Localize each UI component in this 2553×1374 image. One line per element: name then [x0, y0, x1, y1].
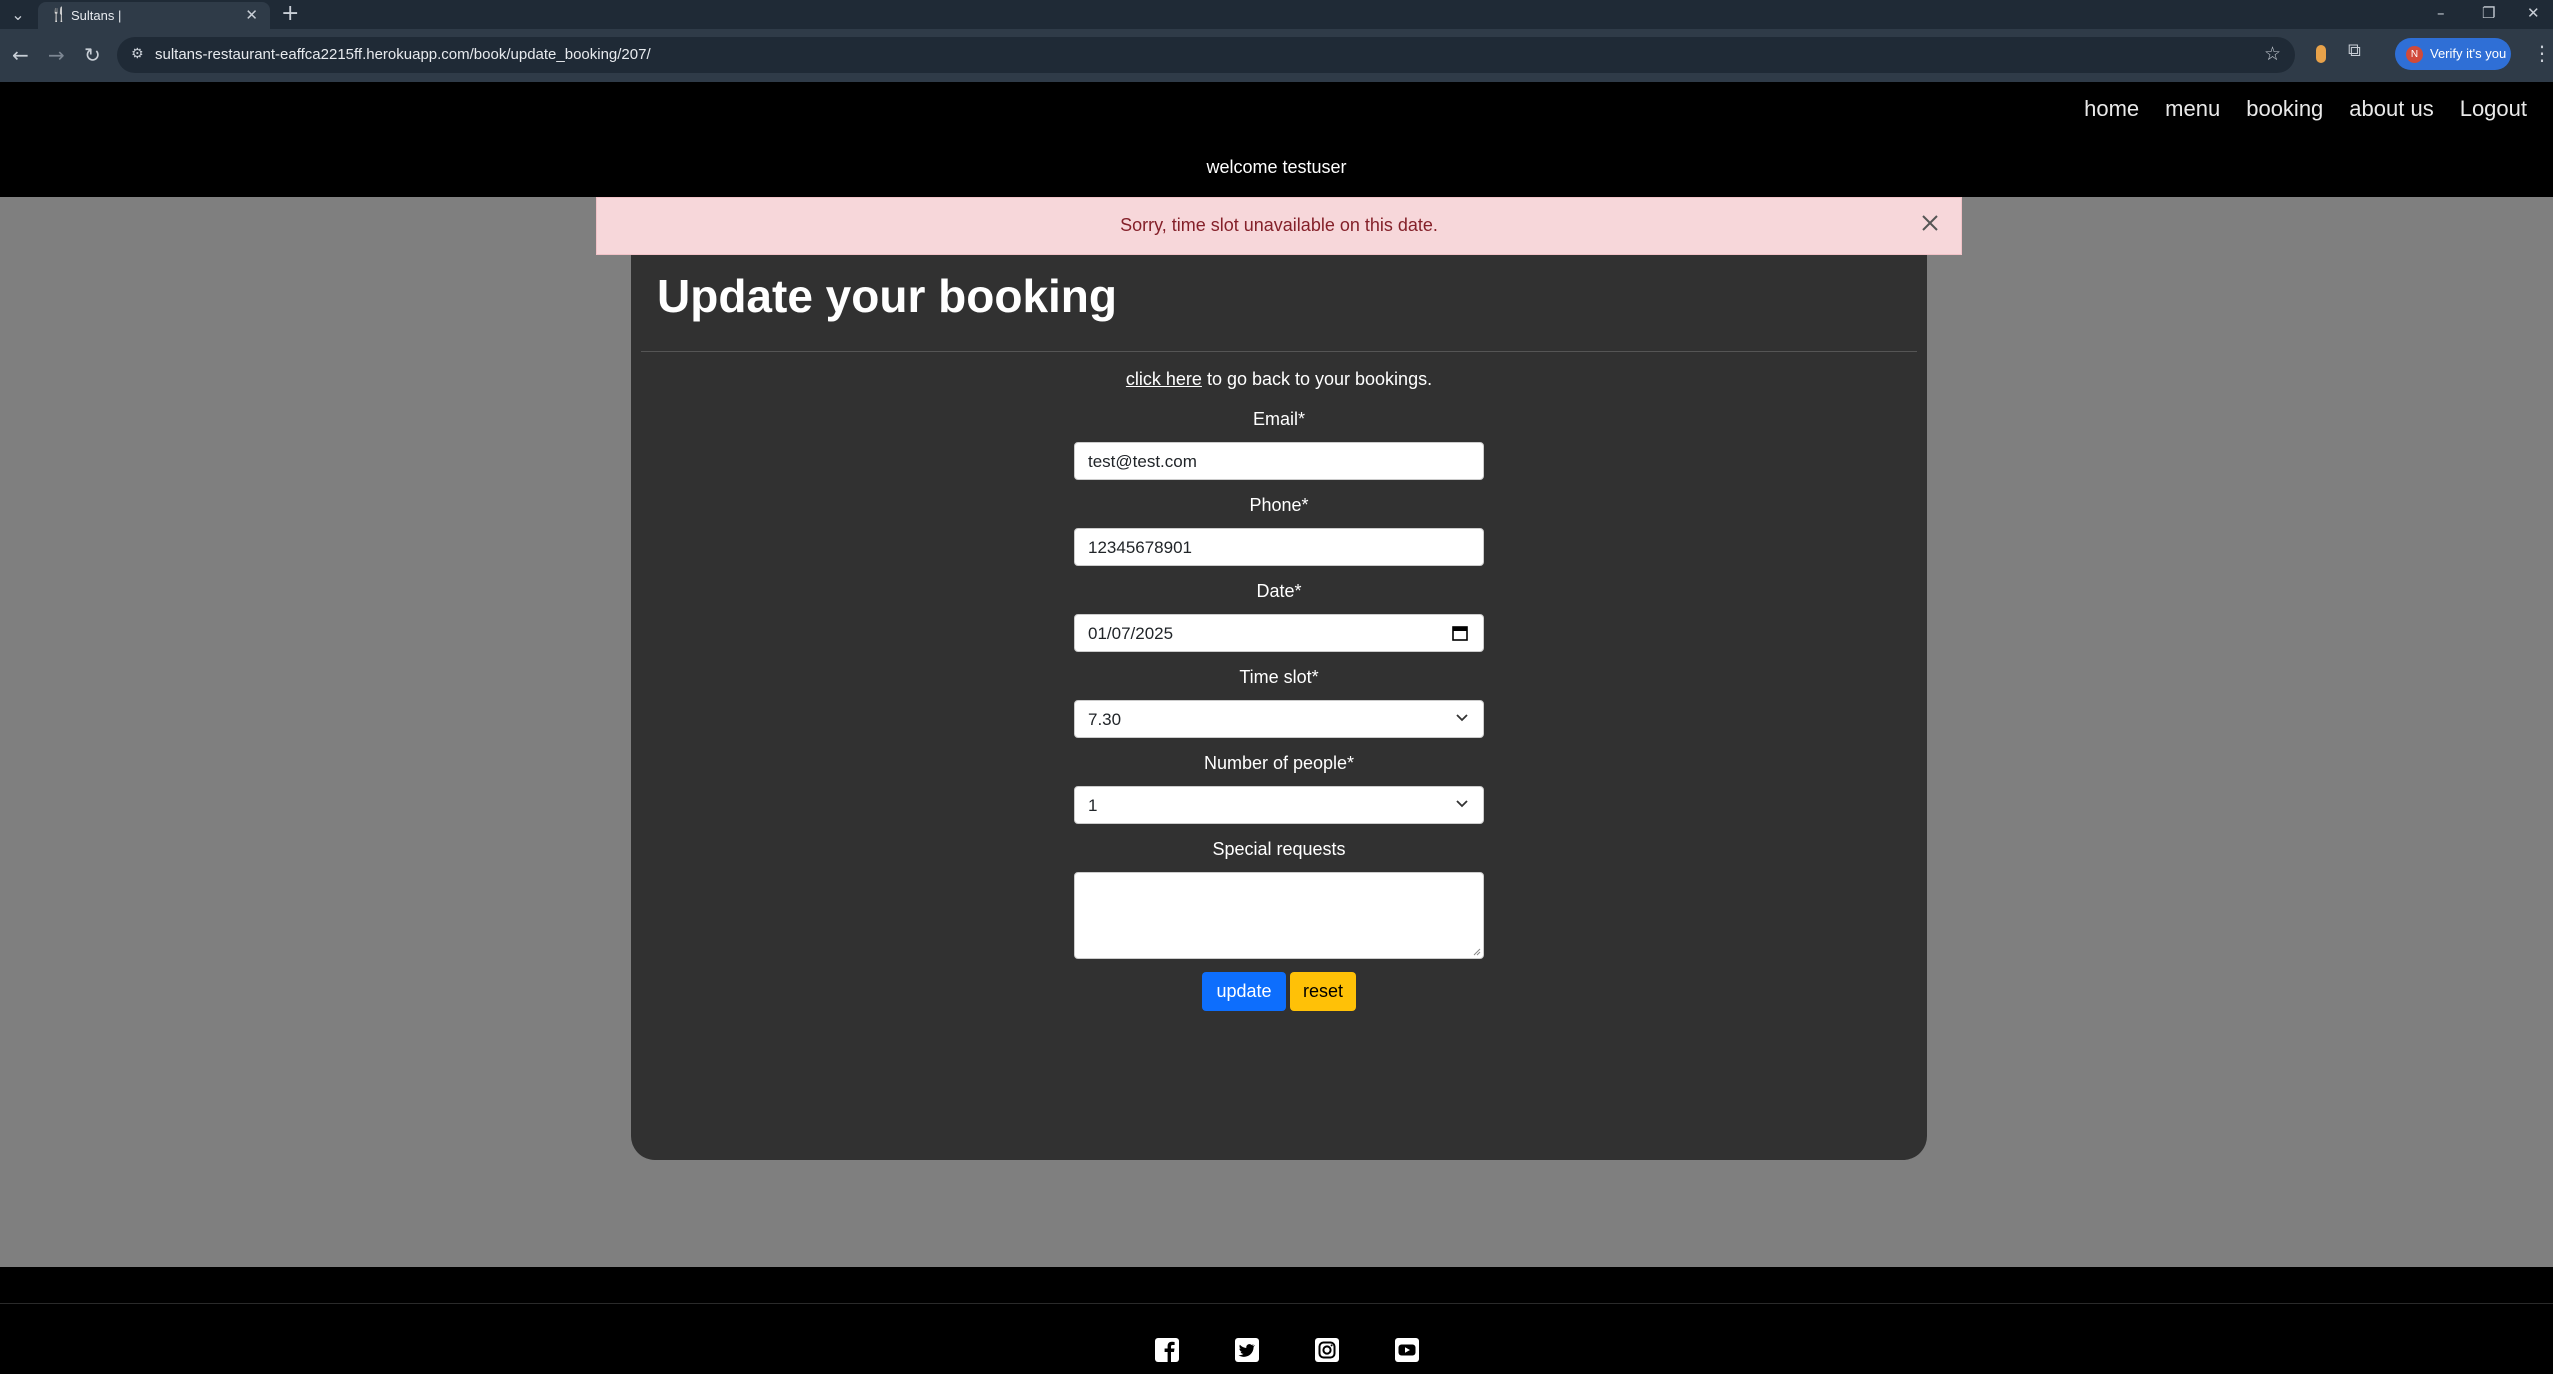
- back-line: click here to go back to your bookings.: [631, 369, 1927, 390]
- profile-avatar: N: [2406, 46, 2423, 63]
- facebook-icon[interactable]: [1154, 1337, 1180, 1363]
- back-text: to go back to your bookings.: [1201, 369, 1433, 389]
- reset-button[interactable]: reset: [1290, 972, 1356, 1011]
- verify-button[interactable]: N Verify it's you: [2395, 38, 2511, 70]
- tab-title: Sultans |: [71, 8, 122, 23]
- date-field[interactable]: 01/07/2025: [1074, 614, 1484, 652]
- alert-message: Sorry, time slot unavailable on this dat…: [1120, 215, 1438, 235]
- reload-icon[interactable]: ↻: [84, 43, 101, 67]
- close-window-icon[interactable]: ✕: [2527, 2, 2540, 24]
- forward-icon[interactable]: →: [48, 43, 65, 67]
- bookmark-star-icon[interactable]: ☆: [2264, 43, 2281, 65]
- extensions-puzzle-icon[interactable]: ⧉: [2348, 40, 2361, 61]
- page-title: Update your booking: [657, 270, 1117, 322]
- timeslot-label: Time slot*: [1239, 667, 1319, 687]
- phone-field[interactable]: 12345678901: [1074, 528, 1484, 566]
- divider: [641, 351, 1917, 352]
- address-bar[interactable]: ⚙ sultans-restaurant-eaffca2215ff.heroku…: [117, 37, 2295, 73]
- minimize-icon[interactable]: –: [2437, 2, 2445, 24]
- close-icon[interactable]: [1919, 212, 1941, 234]
- phone-value: 12345678901: [1088, 538, 1193, 557]
- back-to-bookings-link[interactable]: click here: [1126, 369, 1202, 389]
- chevron-down-icon: [1456, 800, 1468, 808]
- site-footer: [0, 1267, 2553, 1374]
- date-label: Date*: [1256, 581, 1302, 601]
- browser-tab[interactable]: 🍴 Sultans | ✕: [38, 2, 270, 29]
- fork-knife-icon: 🍴: [50, 7, 68, 23]
- booking-card: Update your booking click here to go bac…: [631, 255, 1927, 1160]
- twitter-icon[interactable]: [1234, 1337, 1260, 1363]
- restore-icon[interactable]: ❐: [2482, 2, 2495, 24]
- nav-booking[interactable]: booking: [2246, 96, 2323, 122]
- email-value: test@test.com: [1088, 452, 1197, 471]
- timeslot-select[interactable]: 7.30: [1074, 700, 1484, 738]
- site-header: home menu booking about us Logout welcom…: [0, 82, 2553, 197]
- main-nav: home menu booking about us Logout: [2084, 96, 2553, 122]
- back-icon[interactable]: ←: [12, 43, 29, 67]
- nav-home[interactable]: home: [2084, 96, 2139, 122]
- browser-tabstrip: ⌄ 🍴 Sultans | ✕ + – ❐ ✕: [0, 0, 2553, 29]
- phone-label: Phone*: [1249, 495, 1309, 515]
- special-requests-textarea[interactable]: [1074, 872, 1484, 959]
- browser-menu-icon[interactable]: ⋮: [2532, 41, 2552, 65]
- error-alert: Sorry, time slot unavailable on this dat…: [596, 197, 1962, 255]
- welcome-message: welcome testuser: [1206, 157, 1347, 177]
- extension-icon[interactable]: [2316, 45, 2326, 63]
- people-label: Number of people*: [1203, 753, 1355, 773]
- calendar-icon[interactable]: [1451, 624, 1469, 642]
- email-field[interactable]: test@test.com: [1074, 442, 1484, 480]
- tab-close-icon[interactable]: ✕: [245, 6, 258, 24]
- nav-logout[interactable]: Logout: [2460, 96, 2527, 122]
- nav-menu[interactable]: menu: [2165, 96, 2220, 122]
- site-info-icon[interactable]: ⚙: [131, 46, 144, 62]
- footer-divider: [0, 1303, 2553, 1304]
- nav-about-us[interactable]: about us: [2349, 96, 2433, 122]
- update-button[interactable]: update: [1202, 972, 1286, 1011]
- instagram-icon[interactable]: [1314, 1337, 1340, 1363]
- chevron-down-icon: [1456, 714, 1468, 722]
- new-tab-icon[interactable]: +: [281, 2, 299, 26]
- tab-search-icon[interactable]: ⌄: [4, 3, 32, 27]
- date-value: 01/07/2025: [1088, 624, 1174, 643]
- email-label: Email*: [1252, 409, 1305, 429]
- people-select[interactable]: 1: [1074, 786, 1484, 824]
- browser-toolbar: ← → ↻ ⚙ sultans-restaurant-eaffca2215ff.…: [0, 29, 2553, 82]
- timeslot-value: 7.30: [1088, 710, 1122, 729]
- url-text[interactable]: sultans-restaurant-eaffca2215ff.herokuap…: [155, 46, 651, 63]
- verify-label: Verify it's you: [2430, 46, 2507, 61]
- people-value: 1: [1088, 796, 1098, 815]
- resize-grip-icon[interactable]: [1472, 947, 1481, 956]
- requests-label: Special requests: [1212, 839, 1346, 859]
- youtube-icon[interactable]: [1394, 1337, 1420, 1363]
